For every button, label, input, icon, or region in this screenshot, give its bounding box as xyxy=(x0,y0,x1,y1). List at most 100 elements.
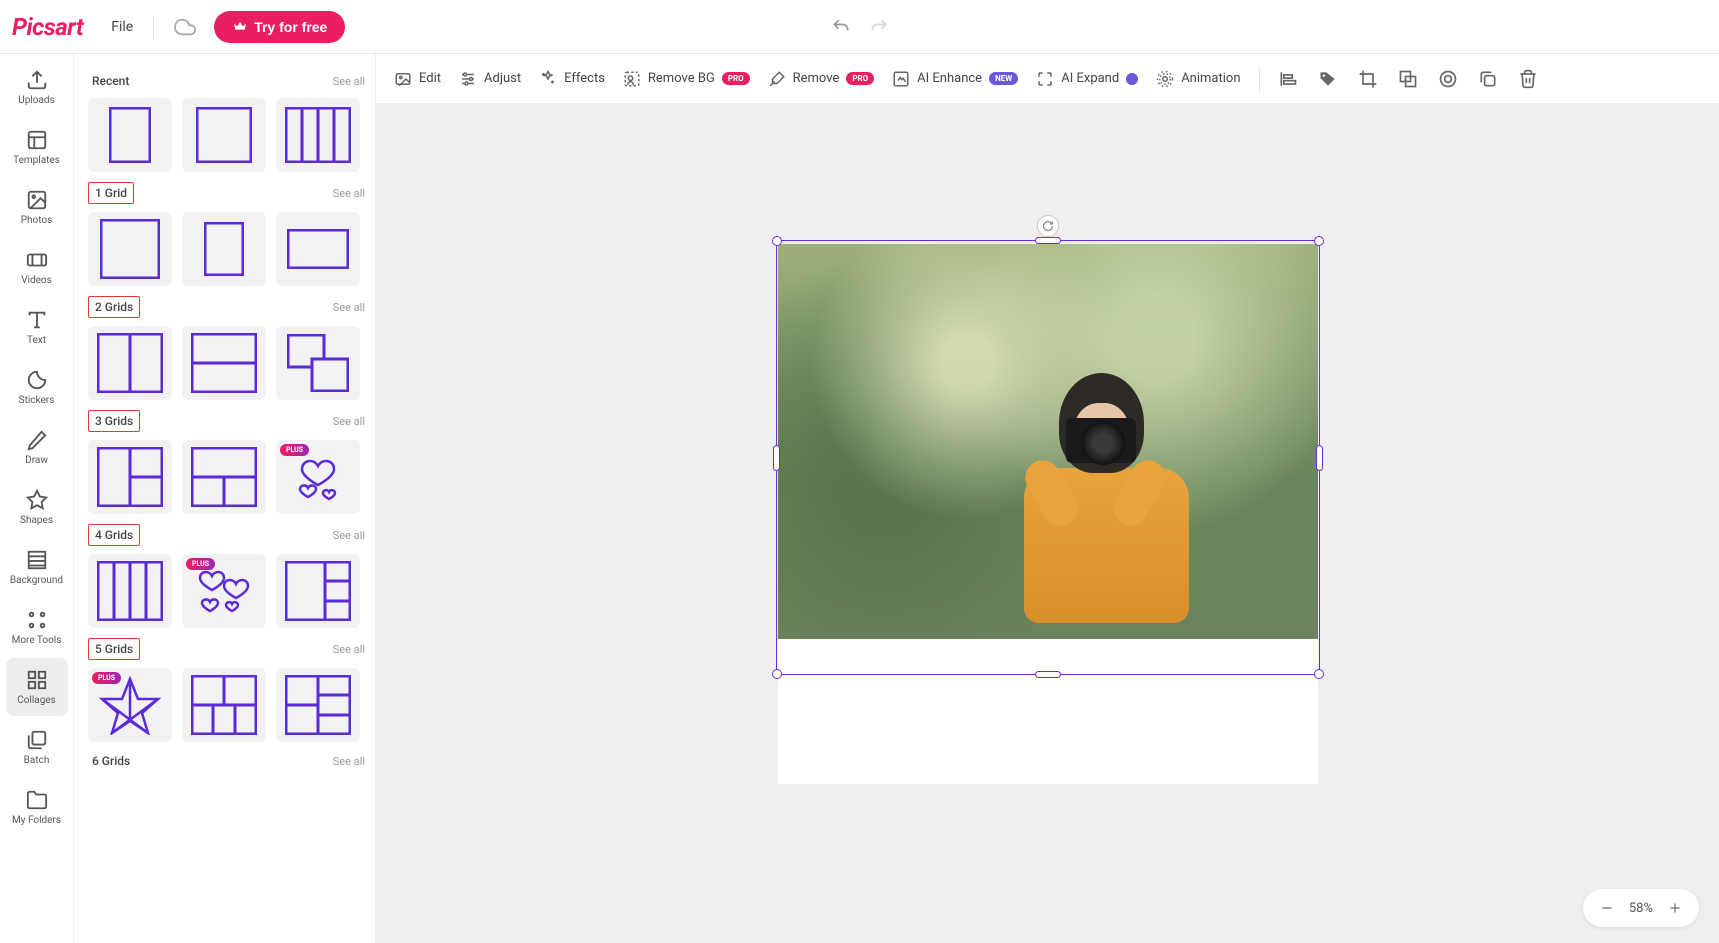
collage-4grids-hearts[interactable]: PLUS xyxy=(182,554,266,628)
tb-remove[interactable]: RemovePRO xyxy=(768,70,875,88)
rail-draw[interactable]: Draw xyxy=(6,418,68,476)
tb-effects[interactable]: Effects xyxy=(539,70,605,88)
section-5grids: 5 Grids See all PLUS xyxy=(88,638,365,742)
align-icon[interactable] xyxy=(1278,69,1298,89)
handle-r[interactable] xyxy=(1316,445,1323,471)
tb-ai-expand[interactable]: AI Expand xyxy=(1036,70,1138,88)
collage-5grids-a[interactable] xyxy=(182,668,266,742)
redo-icon[interactable] xyxy=(869,17,889,37)
zoom-value: 58% xyxy=(1629,901,1653,916)
collage-3grids-hearts[interactable]: PLUS xyxy=(276,440,360,514)
canvas-area: Edit Adjust Effects Remove BGPRO RemoveP… xyxy=(376,54,1719,943)
zoom-in-icon[interactable] xyxy=(1667,900,1683,916)
tb-label: Edit xyxy=(419,71,441,86)
section-title-5grids: 5 Grids xyxy=(88,638,140,660)
see-all-link[interactable]: See all xyxy=(333,415,365,428)
tb-ai-enhance[interactable]: AI EnhanceNEW xyxy=(892,70,1018,88)
see-all-link[interactable]: See all xyxy=(333,75,365,88)
rail-label: Batch xyxy=(24,755,50,766)
rotate-handle[interactable] xyxy=(1037,215,1059,237)
rail-stickers[interactable]: Stickers xyxy=(6,358,68,416)
section-title-3grids: 3 Grids xyxy=(88,410,140,432)
see-all-link[interactable]: See all xyxy=(333,301,365,314)
opacity-icon[interactable] xyxy=(1438,69,1458,89)
see-all-link[interactable]: See all xyxy=(333,643,365,656)
try-free-button[interactable]: Try for free xyxy=(214,11,345,43)
adjust-icon xyxy=(459,70,477,88)
rail-more-tools[interactable]: More Tools xyxy=(6,598,68,656)
text-icon xyxy=(26,309,48,331)
collage-recent-4col[interactable] xyxy=(276,98,360,172)
handle-tr[interactable] xyxy=(1314,236,1324,246)
rail-templates[interactable]: Templates xyxy=(6,118,68,176)
cloud-sync-icon[interactable] xyxy=(174,16,196,38)
collage-1grid-portrait[interactable] xyxy=(182,212,266,286)
crop-icon[interactable] xyxy=(1358,69,1378,89)
videos-icon xyxy=(26,249,48,271)
collage-2grids-hsplit[interactable] xyxy=(182,326,266,400)
canvas-toolbar: Edit Adjust Effects Remove BGPRO RemoveP… xyxy=(376,54,1719,104)
rail-batch[interactable]: Batch xyxy=(6,718,68,776)
handle-b[interactable] xyxy=(1035,671,1061,678)
handle-br[interactable] xyxy=(1314,669,1324,679)
folder-icon xyxy=(26,789,48,811)
tb-edit[interactable]: Edit xyxy=(394,70,441,88)
rail-shapes[interactable]: Shapes xyxy=(6,478,68,536)
photos-icon xyxy=(26,189,48,211)
rail-label: Stickers xyxy=(19,395,55,406)
collage-1grid-landscape[interactable] xyxy=(276,212,360,286)
collage-panel: Recent See all 1 Grid See all 2 Grids Se… xyxy=(74,54,376,943)
rail-background[interactable]: Background xyxy=(6,538,68,596)
section-title-4grids: 4 Grids xyxy=(88,524,140,546)
collage-recent-portrait[interactable] xyxy=(88,98,172,172)
batch-icon xyxy=(26,729,48,751)
tb-label: Animation xyxy=(1181,71,1240,86)
section-1grid: 1 Grid See all xyxy=(88,182,365,286)
collage-recent-square[interactable] xyxy=(182,98,266,172)
rail-label: Templates xyxy=(13,155,60,166)
rail-photos[interactable]: Photos xyxy=(6,178,68,236)
plus-badge: PLUS xyxy=(280,444,309,456)
collage-3grids-a[interactable] xyxy=(88,440,172,514)
effects-icon xyxy=(539,70,557,88)
handle-bl[interactable] xyxy=(772,669,782,679)
rail-my-folders[interactable]: My Folders xyxy=(6,778,68,836)
collage-2grids-overlap[interactable] xyxy=(276,326,360,400)
canvas-stage[interactable]: 58% xyxy=(376,104,1719,943)
selection-box[interactable] xyxy=(776,240,1320,675)
rail-uploads[interactable]: Uploads xyxy=(6,58,68,116)
layer-order-icon[interactable] xyxy=(1398,69,1418,89)
see-all-link[interactable]: See all xyxy=(333,755,365,768)
undo-redo-group xyxy=(831,17,889,37)
undo-icon[interactable] xyxy=(831,17,851,37)
background-icon xyxy=(26,549,48,571)
rail-text[interactable]: Text xyxy=(6,298,68,356)
collage-5grids-b[interactable] xyxy=(276,668,360,742)
collage-4grids-cols[interactable] xyxy=(88,554,172,628)
see-all-link[interactable]: See all xyxy=(333,187,365,200)
rail-collages[interactable]: Collages xyxy=(6,658,68,716)
collage-2grids-vsplit[interactable] xyxy=(88,326,172,400)
handle-l[interactable] xyxy=(773,445,780,471)
zoom-out-icon[interactable] xyxy=(1599,900,1615,916)
collage-4grids-mix[interactable] xyxy=(276,554,360,628)
tb-animation[interactable]: Animation xyxy=(1156,70,1240,88)
brand-logo[interactable]: Picsart xyxy=(12,13,83,41)
tb-remove-bg[interactable]: Remove BGPRO xyxy=(623,70,750,88)
tag-icon[interactable] xyxy=(1318,69,1338,89)
tb-adjust[interactable]: Adjust xyxy=(459,70,521,88)
see-all-link[interactable]: See all xyxy=(333,529,365,542)
section-title-recent: Recent xyxy=(88,72,133,90)
handle-tl[interactable] xyxy=(772,236,782,246)
collage-3grids-b[interactable] xyxy=(182,440,266,514)
tb-label: AI Enhance xyxy=(917,71,982,86)
section-6grids: 6 Grids See all xyxy=(88,752,365,770)
handle-t[interactable] xyxy=(1035,237,1061,244)
collage-5grids-star[interactable]: PLUS xyxy=(88,668,172,742)
rail-videos[interactable]: Videos xyxy=(6,238,68,296)
upload-icon xyxy=(26,69,48,91)
delete-icon[interactable] xyxy=(1518,69,1538,89)
file-menu[interactable]: File xyxy=(101,13,143,41)
collage-1grid-square[interactable] xyxy=(88,212,172,286)
duplicate-icon[interactable] xyxy=(1478,69,1498,89)
